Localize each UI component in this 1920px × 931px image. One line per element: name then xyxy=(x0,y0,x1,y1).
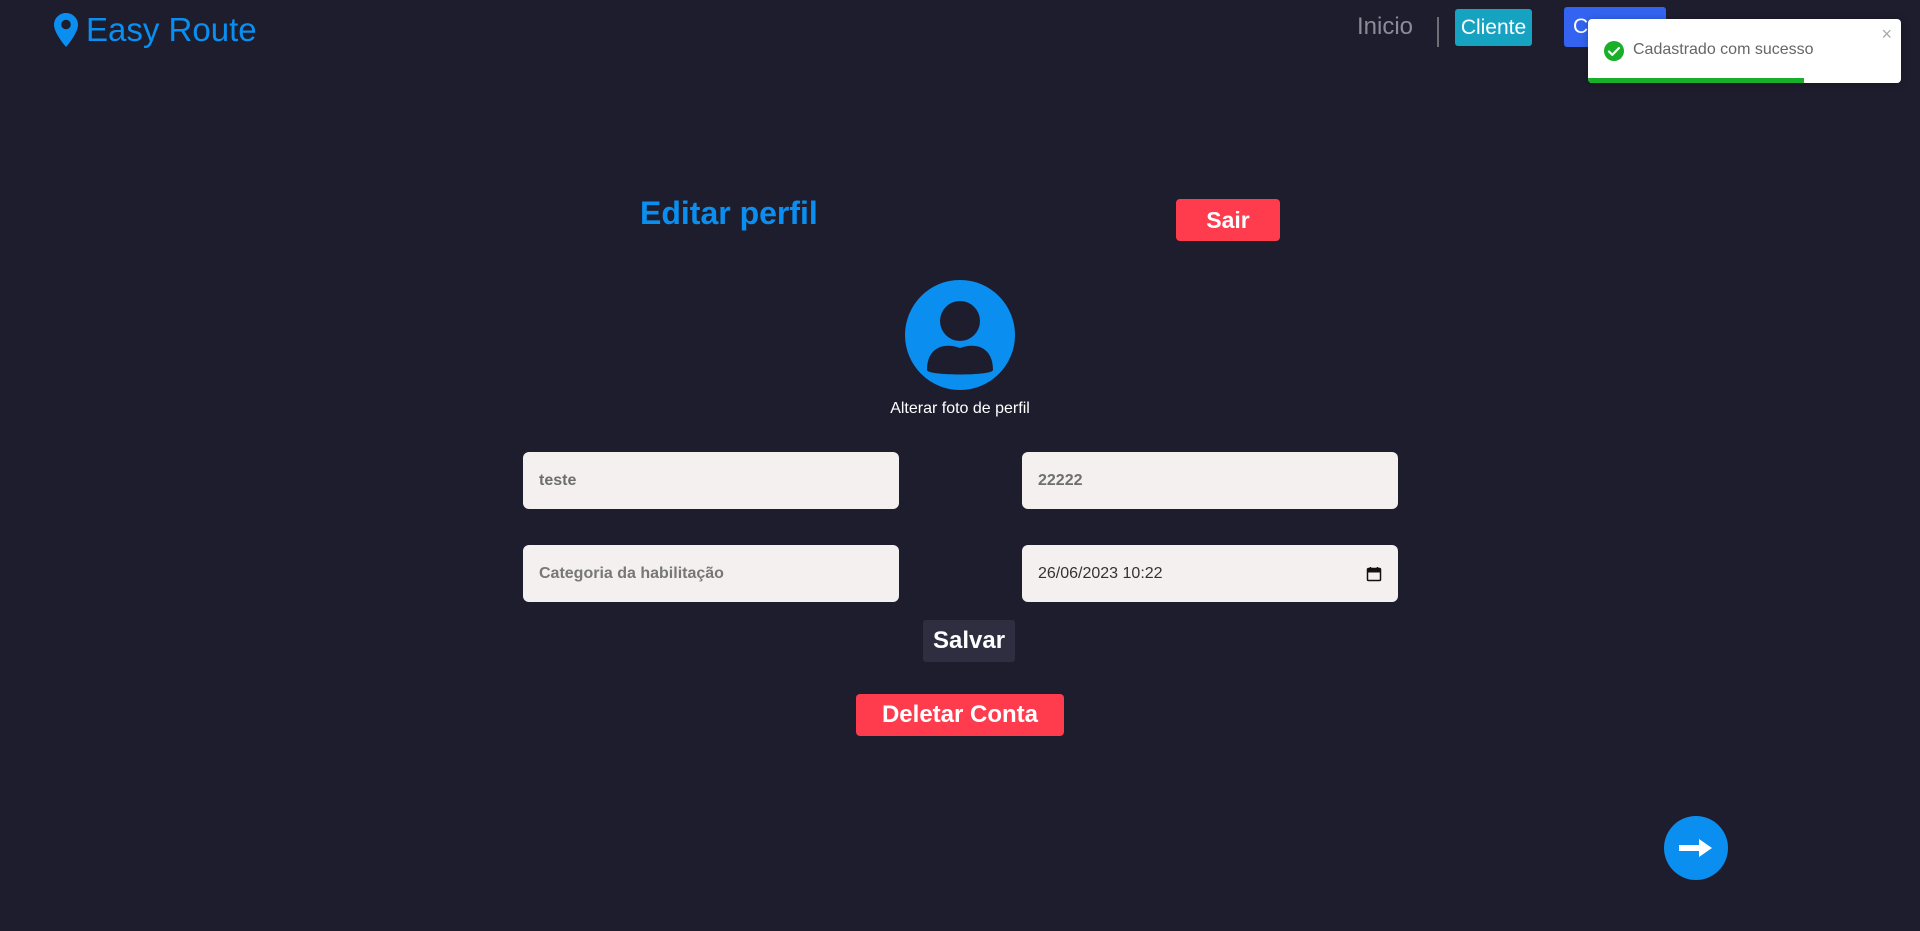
brand-name: Easy Route xyxy=(86,11,257,48)
save-button[interactable]: Salvar xyxy=(923,620,1015,662)
next-fab-button[interactable] xyxy=(1664,816,1728,880)
nav-divider xyxy=(1437,17,1439,47)
user-avatar-icon[interactable] xyxy=(905,280,1015,390)
toast-message: Cadastrado com sucesso xyxy=(1633,41,1814,58)
location-pin-icon xyxy=(54,13,78,47)
logout-button[interactable]: Sair xyxy=(1176,199,1280,241)
cliente-button[interactable]: Cliente xyxy=(1455,9,1532,46)
calendar-icon[interactable] xyxy=(1366,566,1382,582)
datetime-field[interactable]: 26/06/2023 10:22 xyxy=(1022,545,1398,602)
number-field[interactable]: 22222 xyxy=(1022,452,1398,509)
page: Easy Route Inicio Cliente Ca Cadastrado … xyxy=(0,0,1920,931)
change-profile-photo-link[interactable]: Alterar foto de perfil xyxy=(860,400,1060,418)
page-title: Editar perfil xyxy=(640,195,818,231)
check-circle-icon xyxy=(1604,41,1624,61)
name-field[interactable]: teste xyxy=(523,452,899,509)
close-icon[interactable]: × xyxy=(1881,24,1892,44)
toast-progress-bar xyxy=(1588,78,1804,83)
nav-inicio-link[interactable]: Inicio xyxy=(1357,13,1413,41)
datetime-value: 26/06/2023 10:22 xyxy=(1038,564,1163,582)
brand-link[interactable]: Easy Route xyxy=(54,10,257,50)
license-category-field[interactable]: Categoria da habilitação xyxy=(523,545,899,602)
success-toast: Cadastrado com sucesso × xyxy=(1588,19,1901,83)
arrow-right-icon xyxy=(1679,839,1712,857)
delete-account-button[interactable]: Deletar Conta xyxy=(856,694,1064,736)
